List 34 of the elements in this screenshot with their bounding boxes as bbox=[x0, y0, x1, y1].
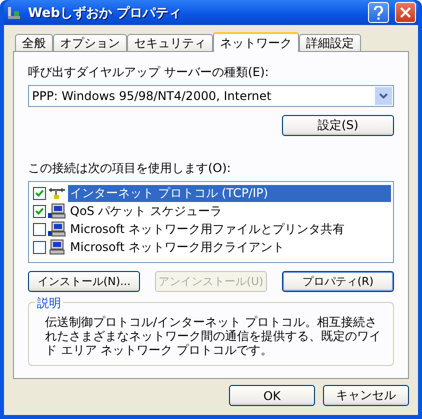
computer-icon bbox=[48, 221, 66, 237]
list-item[interactable]: Microsoft ネットワーク用ファイルとプリンタ共有 bbox=[68, 220, 391, 238]
computer-icon bbox=[48, 239, 66, 255]
chevron-down-icon bbox=[379, 93, 388, 99]
dialog-button[interactable]: OK bbox=[229, 385, 315, 406]
tab[interactable]: 詳細設定 bbox=[299, 34, 361, 51]
checkbox[interactable] bbox=[33, 204, 46, 218]
network-cable-icon bbox=[48, 186, 66, 200]
server-type-dropdown[interactable]: PPP: Windows 95/98/NT4/2000, Internet bbox=[28, 85, 394, 107]
tab[interactable]: セキュリティ bbox=[127, 34, 213, 51]
description-text: 伝送制御プロトコル/インターネット プロトコル。相互接続されたさまざまなネットワーク間の通信を提供する、既定のワイド エリア ネットワーク プロトコルです。 bbox=[45, 315, 382, 357]
close-button[interactable] bbox=[395, 2, 416, 23]
group-title: 説明 bbox=[35, 295, 63, 312]
list-item[interactable]: QoS パケット スケジューラ bbox=[68, 202, 391, 220]
close-icon bbox=[400, 7, 411, 18]
list-label: この接続は次の項目を使用します(O): bbox=[28, 160, 232, 177]
settings-button[interactable]: 設定(S) bbox=[282, 115, 394, 136]
help-button[interactable] bbox=[368, 2, 389, 23]
computer-icon bbox=[48, 203, 66, 219]
tab[interactable]: ネットワーク bbox=[213, 32, 299, 52]
list-item[interactable]: Microsoft ネットワーク用クライアント bbox=[68, 238, 391, 256]
connection-icon bbox=[6, 4, 22, 20]
tab[interactable]: オプション bbox=[53, 34, 127, 51]
field-label: 呼び出すダイヤルアップ サーバーの種類(E): bbox=[28, 64, 270, 81]
dialog-button[interactable]: プロパティ(R) bbox=[282, 271, 394, 292]
question-mark-icon bbox=[373, 6, 384, 20]
dialog-button[interactable]: キャンセル bbox=[323, 385, 409, 406]
dialog-button[interactable]: インストール(N)... bbox=[28, 271, 140, 292]
tab[interactable]: 全般 bbox=[15, 34, 53, 51]
window-title: Webしずおか プロパティ bbox=[28, 4, 183, 22]
checkbox[interactable] bbox=[33, 222, 46, 236]
checkbox[interactable] bbox=[33, 186, 46, 200]
list-item[interactable]: インターネット プロトコル (TCP/IP) bbox=[68, 184, 391, 202]
checkbox[interactable] bbox=[33, 240, 46, 254]
